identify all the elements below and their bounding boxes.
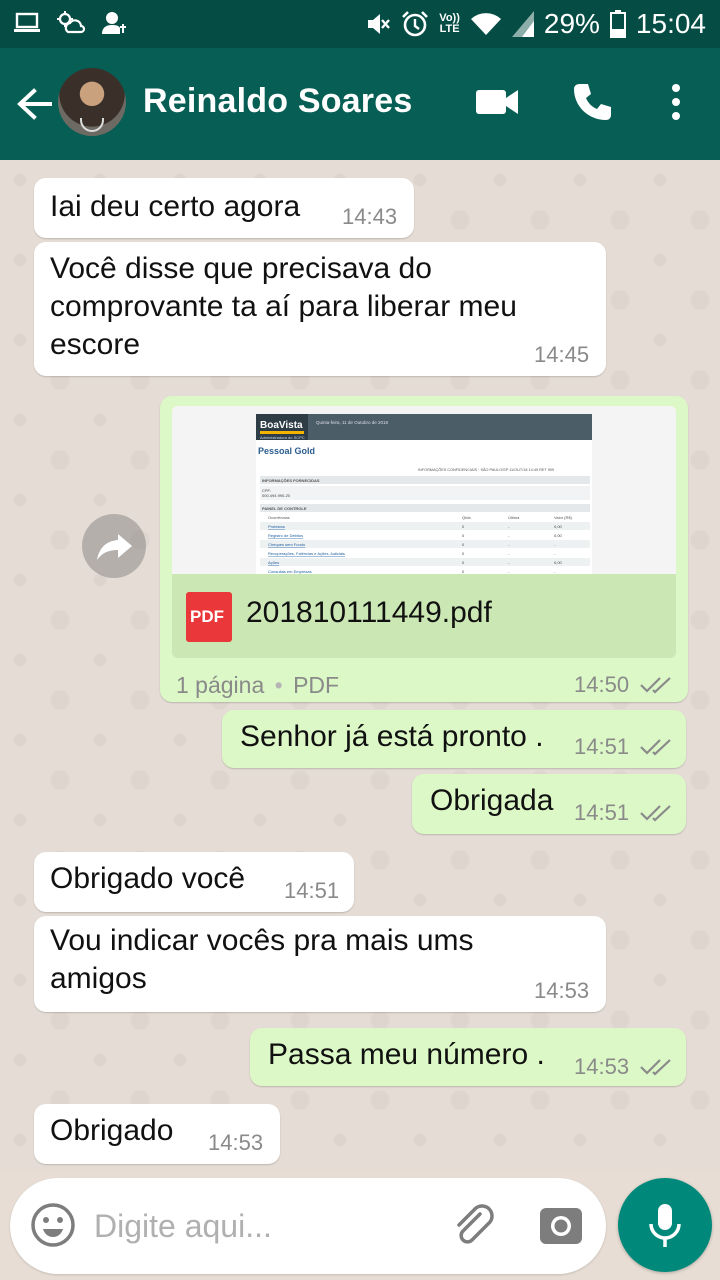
message-text: Senhor já está pronto . [240, 720, 544, 753]
battery-percent: 29% [543, 8, 600, 39]
preview-section1: INFORMAÇÕES FORNECIDAS [262, 478, 320, 483]
double-check-icon [640, 805, 671, 822]
back-arrow-icon[interactable] [14, 84, 54, 124]
preview-cell: Recuperações, Falências e Ações Judiciai… [268, 551, 345, 556]
wifi-icon [470, 13, 501, 36]
status-left-icons [14, 10, 128, 36]
pdf-file-icon: PDF [186, 592, 232, 642]
preview-cell: Cheques sem Fundo [268, 542, 306, 547]
message-text: Iai deu certo agora [50, 190, 301, 223]
preview-heading: Pessoal Gold [258, 446, 315, 456]
pdf-badge: PDF [190, 607, 224, 626]
message-time: 14:51 [284, 878, 340, 903]
more-vert-icon[interactable] [664, 80, 688, 124]
message-bubble-outgoing[interactable]: Obrigada 14:51 [412, 774, 686, 834]
preview-col-header: Ocorrências [268, 515, 290, 520]
video-call-icon[interactable] [474, 80, 520, 124]
double-check-icon [640, 677, 671, 694]
clock: 15:04 [635, 8, 706, 39]
mute-icon [368, 14, 391, 34]
message-time: 14:51 [574, 734, 630, 759]
forward-button[interactable] [82, 514, 146, 578]
preview-col-header: Valor (R$) [554, 515, 573, 520]
alarm-icon [402, 11, 429, 37]
preview-date: Quinta-feira, 11 de Outubro de 2018 [316, 420, 388, 425]
message-text: Obrigado [50, 1114, 174, 1147]
double-check-icon [640, 739, 671, 756]
signal-icon [511, 11, 534, 37]
message-bubble-incoming[interactable]: Obrigado você 14:51 [34, 852, 354, 912]
message-bubble-incoming[interactable]: Vou indicar vocês pra mais ums amigos 14… [34, 916, 606, 1012]
chat-header: Reinaldo Soares [0, 48, 720, 160]
preview-cell: Ações [268, 560, 279, 565]
avatar[interactable] [58, 68, 126, 136]
preview-cell: 0,00 [554, 533, 563, 538]
message-text: Obrigado você [50, 862, 246, 895]
preview-row-bg [260, 540, 590, 548]
contacts-sync-icon [102, 12, 126, 34]
document-file-name: 201810111449.pdf [246, 596, 492, 629]
preview-cell: 0,00 [554, 524, 563, 529]
preview-brand-sub: Administradora do SCPC [260, 435, 305, 440]
message-time: 14:53 [574, 1054, 630, 1079]
document-message[interactable]: BoaVista Administradora do SCPC Quinta-f… [160, 396, 688, 702]
message-time: 14:51 [574, 800, 630, 825]
preview-col-header: Última [508, 515, 520, 520]
document-preview[interactable]: BoaVista Administradora do SCPC Quinta-f… [172, 406, 676, 574]
message-bubble-incoming[interactable]: Obrigado 14:53 [34, 1104, 280, 1164]
emoji-icon[interactable] [30, 1202, 76, 1248]
message-text: Vou indicar vocês pra mais ums amigos [50, 924, 474, 995]
mic-button[interactable] [618, 1178, 712, 1272]
document-file-row[interactable]: PDF 201810111449.pdf [172, 574, 676, 658]
message-bubble-outgoing[interactable]: Senhor já está pronto . 14:51 [222, 710, 686, 768]
volte-bottom-label: LTE [439, 23, 460, 35]
message-text: Passa meu número . [268, 1038, 545, 1071]
document-meta-dot: • [274, 672, 283, 698]
document-type: PDF [293, 672, 340, 698]
battery-icon [609, 10, 626, 38]
mic-icon [649, 1204, 681, 1247]
message-time: 14:43 [342, 204, 398, 229]
message-time: 14:53 [208, 1130, 264, 1155]
message-time: 14:50 [574, 672, 630, 697]
preview-row-bg [260, 558, 590, 566]
status-bar: Vo)) LTE 29% 15:04 [0, 0, 720, 48]
message-input[interactable] [94, 1198, 434, 1254]
pdf-page-preview: BoaVista Administradora do SCPC Quinta-f… [172, 406, 676, 574]
attach-icon[interactable] [450, 1202, 498, 1250]
message-time: 14:45 [534, 342, 590, 367]
preview-info: INFORMAÇÕES CONFIDENCIAIS · SÃO PAULO/SP… [418, 467, 554, 472]
message-text: Obrigada [430, 784, 554, 817]
document-page-count: 1 página [176, 672, 265, 698]
camera-icon[interactable] [538, 1202, 584, 1248]
message-text: Você disse que precisava do comprovante … [50, 252, 517, 361]
message-composer [10, 1178, 606, 1274]
volte-indicator: Vo)) LTE [439, 13, 460, 35]
message-bubble-outgoing[interactable]: Passa meu número . 14:53 [250, 1028, 686, 1086]
chat-area[interactable]: Iai deu certo agora 14:43 Você disse que… [0, 160, 720, 1170]
message-bubble-incoming[interactable]: Você disse que precisava do comprovante … [34, 242, 606, 376]
status-right-icons: Vo)) LTE 29% 15:04 [365, 6, 706, 42]
forward-icon [97, 534, 132, 560]
weather-icon [57, 11, 86, 34]
phone-icon[interactable] [570, 80, 614, 124]
message-bubble-incoming[interactable]: Iai deu certo agora 14:43 [34, 178, 414, 238]
preview-cell: Registro de Débitos [268, 533, 303, 538]
preview-col-header: Qtde. [462, 515, 472, 520]
preview-row-bg [260, 522, 590, 530]
double-check-icon [640, 1059, 671, 1076]
preview-cell: Protestos [268, 524, 285, 529]
laptop-icon [14, 12, 40, 32]
preview-section2: PAINEL DE CONTROLE [262, 506, 307, 511]
preview-cell: 0,00 [554, 560, 563, 565]
preview-cpf-value: 000.494.990-20 [262, 493, 291, 498]
contact-name[interactable]: Reinaldo Soares [143, 82, 412, 121]
preview-brand: BoaVista [260, 420, 303, 431]
preview-row-bg [260, 531, 590, 539]
document-meta: 1 página • PDF [176, 672, 339, 699]
message-time: 14:53 [534, 978, 590, 1003]
